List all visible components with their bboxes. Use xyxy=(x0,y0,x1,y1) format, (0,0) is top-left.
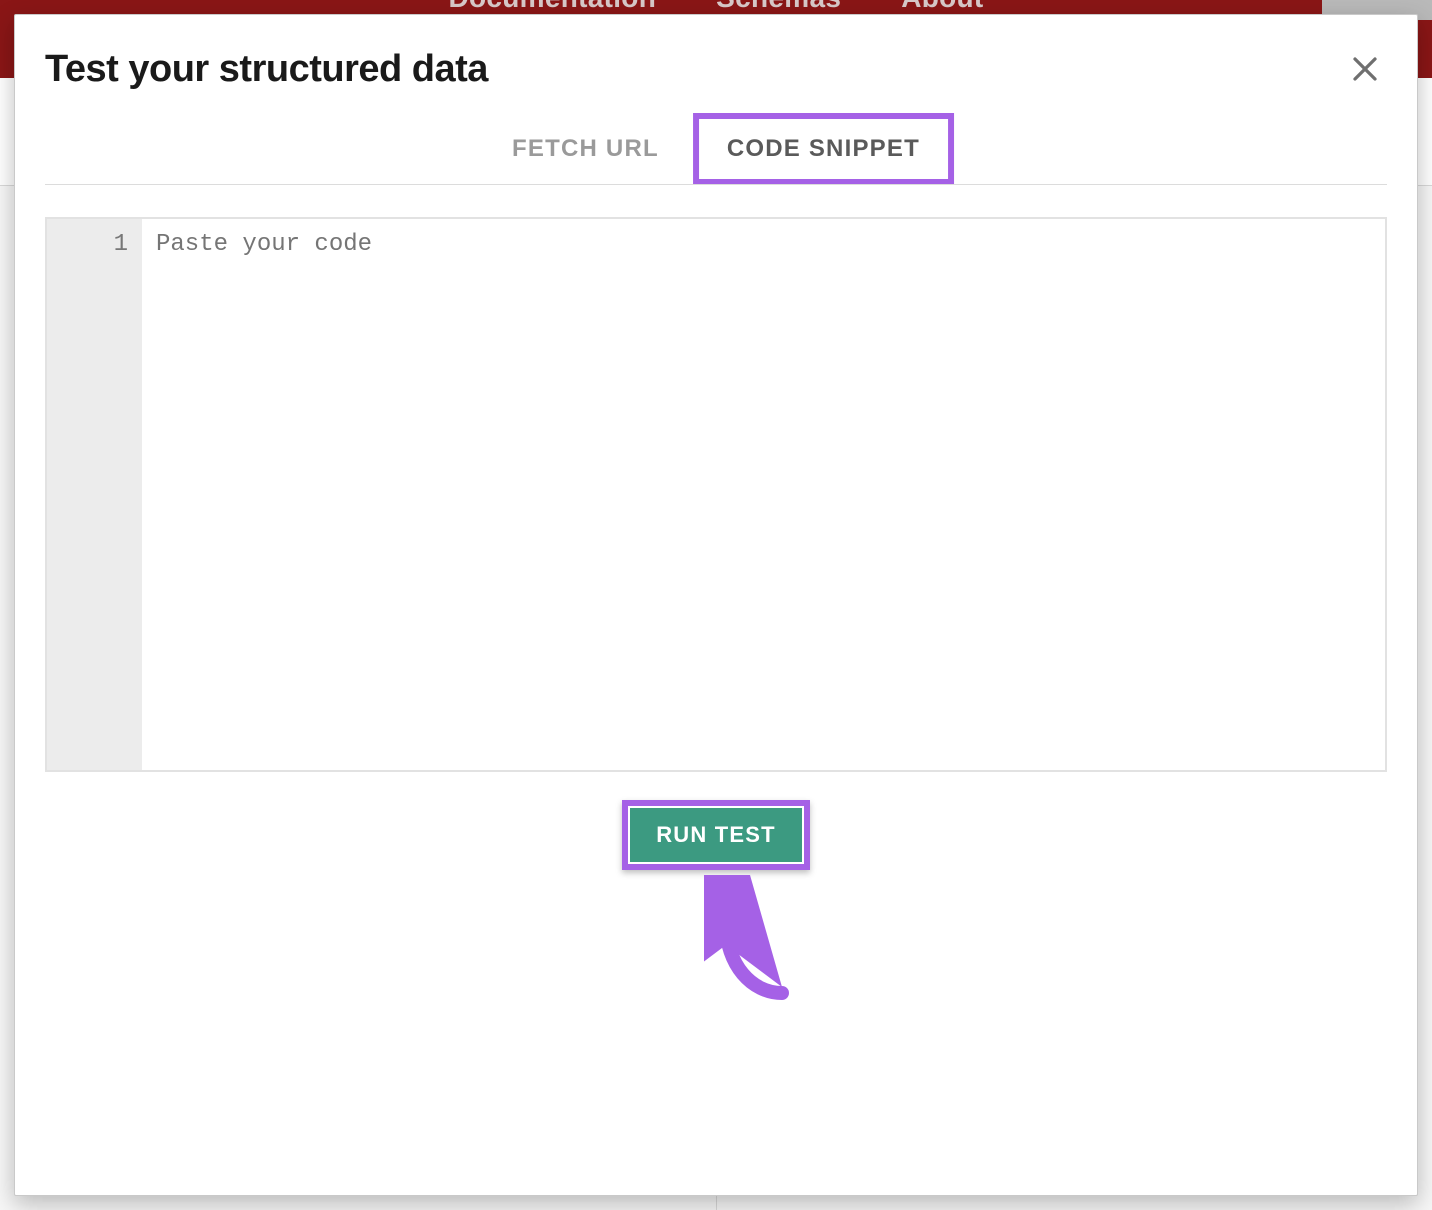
tab-code-snippet[interactable]: CODE SNIPPET xyxy=(693,113,954,185)
nav-item-documentation: Documentation xyxy=(448,0,656,14)
line-number: 1 xyxy=(47,231,128,258)
code-editor: 1 xyxy=(45,217,1387,772)
code-input[interactable] xyxy=(142,219,1385,770)
line-gutter: 1 xyxy=(47,219,142,770)
run-button-highlight: RUN TEST xyxy=(622,800,810,870)
nav-item-schemas: Schemas xyxy=(716,0,841,14)
close-button[interactable] xyxy=(1343,47,1387,91)
run-row: RUN TEST xyxy=(45,800,1387,870)
close-icon xyxy=(1350,54,1380,84)
tabs: FETCH URL CODE SNIPPET xyxy=(45,113,1387,185)
tabs-divider xyxy=(45,184,1387,185)
nav-item-about: About xyxy=(901,0,983,14)
modal-title: Test your structured data xyxy=(45,48,488,91)
test-structured-data-modal: Test your structured data FETCH URL CODE… xyxy=(14,14,1418,1196)
modal-header: Test your structured data xyxy=(45,47,1387,91)
tab-fetch-url[interactable]: FETCH URL xyxy=(478,113,693,185)
run-test-button[interactable]: RUN TEST xyxy=(630,808,802,862)
